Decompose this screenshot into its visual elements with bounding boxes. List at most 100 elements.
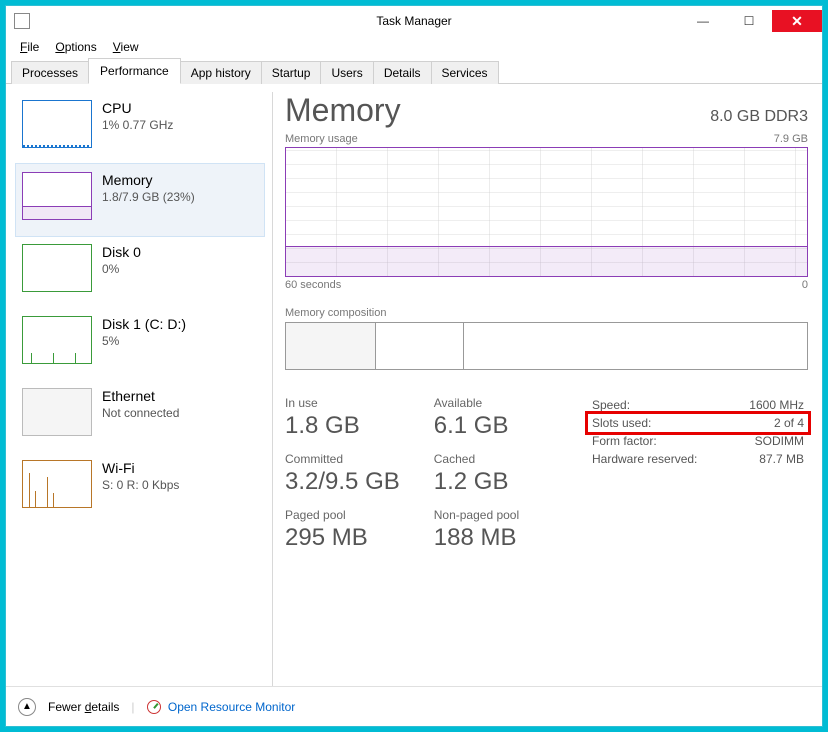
close-button[interactable]: ✕ xyxy=(772,10,822,32)
stat-value: 1.8 GB xyxy=(285,412,400,440)
sidebar-sublabel: 1% 0.77 GHz xyxy=(102,118,173,132)
xaxis-right: 0 xyxy=(802,279,808,291)
footer: ▲ Fewer details | Open Resource Monitor xyxy=(6,686,822,726)
sidebar-item-disk1[interactable]: Disk 1 (C: D:) 5% xyxy=(16,308,264,380)
usage-xaxis: 60 seconds 0 xyxy=(285,279,808,291)
resource-monitor-icon xyxy=(147,700,161,714)
stats-left: In use 1.8 GB Available 6.1 GB Committed… xyxy=(285,396,519,552)
composition-segment-1 xyxy=(286,323,376,369)
ethernet-thumbnail xyxy=(22,388,92,436)
stat-value: 2 of 4 xyxy=(774,416,804,430)
tab-details[interactable]: Details xyxy=(373,61,432,84)
xaxis-left: 60 seconds xyxy=(285,279,341,291)
memory-usage-graph xyxy=(285,147,808,277)
sidebar-label: Disk 1 (C: D:) xyxy=(102,316,186,332)
cpu-thumbnail xyxy=(22,100,92,148)
stat-committed: Committed 3.2/9.5 GB xyxy=(285,452,400,496)
stat-available: Available 6.1 GB xyxy=(434,396,519,440)
sidebar-sublabel: 0% xyxy=(102,262,141,276)
sidebar-sublabel: 1.8/7.9 GB (23%) xyxy=(102,190,195,204)
stat-label: Form factor: xyxy=(592,434,657,448)
tab-app-history[interactable]: App history xyxy=(180,61,262,84)
menu-view[interactable]: View xyxy=(105,38,147,56)
main-header: Memory 8.0 GB DDR3 xyxy=(285,92,808,129)
composition-segment-2 xyxy=(376,323,464,369)
stat-in-use: In use 1.8 GB xyxy=(285,396,400,440)
window-controls: — ☐ ✕ xyxy=(680,10,822,32)
wifi-thumbnail xyxy=(22,460,92,508)
tab-processes[interactable]: Processes xyxy=(11,61,89,84)
disk1-thumbnail xyxy=(22,316,92,364)
usage-label-row: Memory usage 7.9 GB xyxy=(285,133,808,145)
menu-options[interactable]: Options xyxy=(47,38,104,56)
window-title: Task Manager xyxy=(376,14,451,28)
usage-label: Memory usage xyxy=(285,133,358,145)
sidebar-item-wifi[interactable]: Wi-Fi S: 0 R: 0 Kbps xyxy=(16,452,264,524)
sidebar-item-disk0[interactable]: Disk 0 0% xyxy=(16,236,264,308)
stats-right: Speed: 1600 MHz Slots used: 2 of 4 Form … xyxy=(588,396,808,552)
stat-value: 87.7 MB xyxy=(759,452,804,466)
composition-label: Memory composition xyxy=(285,307,386,319)
composition-segment-3 xyxy=(464,323,807,369)
vertical-divider[interactable] xyxy=(272,92,273,686)
stat-value: 188 MB xyxy=(434,524,519,552)
stat-label: Non-paged pool xyxy=(434,508,519,522)
stat-hardware-reserved: Hardware reserved: 87.7 MB xyxy=(588,450,808,468)
stats-section: In use 1.8 GB Available 6.1 GB Committed… xyxy=(285,396,808,552)
open-resource-monitor[interactable]: Open Resource Monitor xyxy=(147,700,296,714)
menu-file[interactable]: File xyxy=(12,38,47,56)
stat-label: Available xyxy=(434,396,519,410)
tab-startup[interactable]: Startup xyxy=(261,61,322,84)
sidebar-item-memory[interactable]: Memory 1.8/7.9 GB (23%) xyxy=(16,164,264,236)
titlebar[interactable]: Task Manager — ☐ ✕ xyxy=(6,6,822,36)
app-icon xyxy=(14,13,30,29)
sidebar-label: Ethernet xyxy=(102,388,179,404)
stat-label: Committed xyxy=(285,452,400,466)
task-manager-window: Task Manager — ☐ ✕ File Options View Pro… xyxy=(5,5,823,727)
usage-max: 7.9 GB xyxy=(774,133,808,145)
sidebar-item-cpu[interactable]: CPU 1% 0.77 GHz xyxy=(16,92,264,164)
stat-value: 295 MB xyxy=(285,524,400,552)
sidebar-label: CPU xyxy=(102,100,173,116)
minimize-button[interactable]: — xyxy=(680,10,726,32)
memory-composition-bar xyxy=(285,322,808,370)
stat-label: Slots used: xyxy=(592,416,651,430)
stat-form-factor: Form factor: SODIMM xyxy=(588,432,808,450)
tab-performance[interactable]: Performance xyxy=(88,58,181,84)
memory-thumbnail xyxy=(22,172,92,220)
content: CPU 1% 0.77 GHz Memory 1.8/7.9 GB (23%) … xyxy=(6,84,822,686)
stat-value: 1.2 GB xyxy=(434,468,519,496)
open-resource-monitor-link[interactable]: Open Resource Monitor xyxy=(168,700,295,714)
maximize-button[interactable]: ☐ xyxy=(726,10,772,32)
tabbar: Processes Performance App history Startu… xyxy=(6,58,822,84)
tab-users[interactable]: Users xyxy=(320,61,373,84)
sidebar-sublabel: 5% xyxy=(102,334,186,348)
stat-value: 3.2/9.5 GB xyxy=(285,468,400,496)
stat-cached: Cached 1.2 GB xyxy=(434,452,519,496)
sidebar-label: Memory xyxy=(102,172,195,188)
fewer-details-link[interactable]: Fewer details xyxy=(48,700,119,714)
chevron-up-icon[interactable]: ▲ xyxy=(18,698,36,716)
stat-value: 6.1 GB xyxy=(434,412,519,440)
stat-slots-used: Slots used: 2 of 4 xyxy=(588,414,808,432)
page-title: Memory xyxy=(285,92,401,129)
menubar: File Options View xyxy=(6,36,822,58)
disk0-thumbnail xyxy=(22,244,92,292)
sidebar-sublabel: Not connected xyxy=(102,406,179,420)
stat-value: SODIMM xyxy=(755,434,804,448)
separator: | xyxy=(131,700,134,714)
stat-label: Cached xyxy=(434,452,519,466)
sidebar: CPU 1% 0.77 GHz Memory 1.8/7.9 GB (23%) … xyxy=(16,92,264,686)
stat-nonpaged-pool: Non-paged pool 188 MB xyxy=(434,508,519,552)
sidebar-item-ethernet[interactable]: Ethernet Not connected xyxy=(16,380,264,452)
sidebar-sublabel: S: 0 R: 0 Kbps xyxy=(102,478,179,492)
stat-label: Speed: xyxy=(592,398,630,412)
memory-capacity: 8.0 GB DDR3 xyxy=(710,108,808,126)
composition-section: Memory composition xyxy=(285,305,808,370)
tab-services[interactable]: Services xyxy=(431,61,499,84)
stat-label: Paged pool xyxy=(285,508,400,522)
stat-label: In use xyxy=(285,396,400,410)
stat-paged-pool: Paged pool 295 MB xyxy=(285,508,400,552)
sidebar-label: Disk 0 xyxy=(102,244,141,260)
sidebar-label: Wi-Fi xyxy=(102,460,179,476)
